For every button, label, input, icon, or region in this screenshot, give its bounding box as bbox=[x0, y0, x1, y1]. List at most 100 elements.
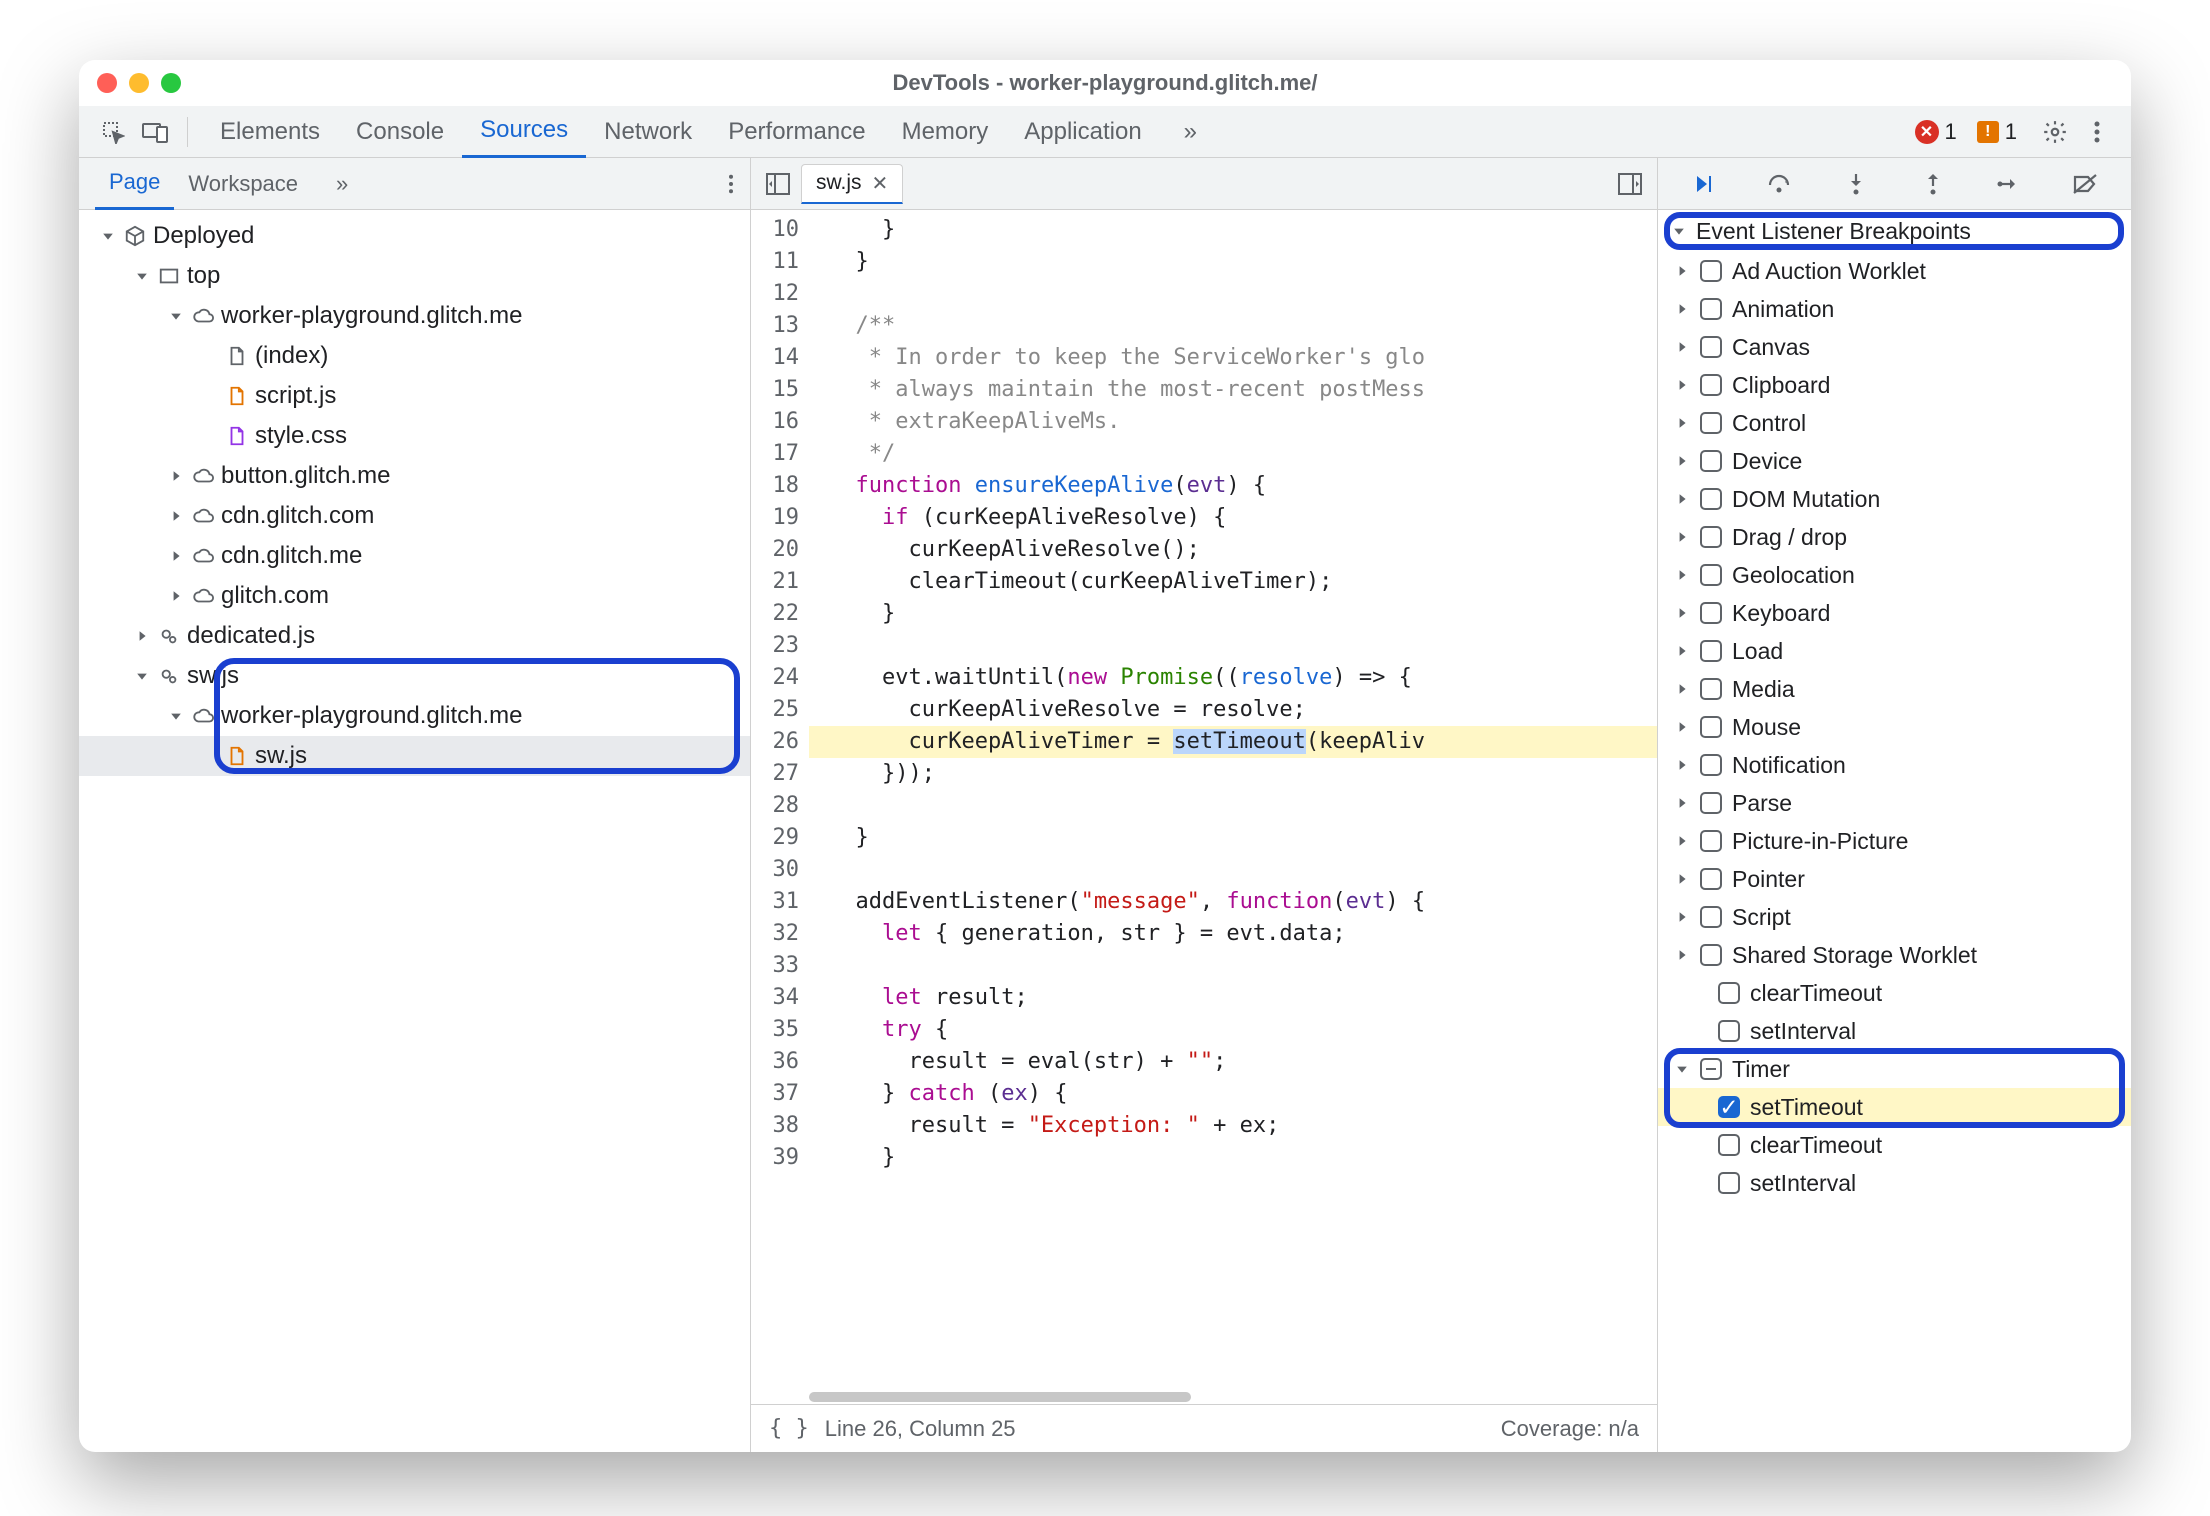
expand-icon[interactable] bbox=[167, 307, 185, 325]
expand-icon[interactable] bbox=[133, 267, 151, 285]
checkbox[interactable] bbox=[1700, 336, 1722, 358]
checkbox[interactable] bbox=[1700, 716, 1722, 738]
kebab-menu-icon[interactable] bbox=[2079, 114, 2115, 150]
checkbox[interactable] bbox=[1700, 944, 1722, 966]
checkbox[interactable] bbox=[1718, 1020, 1740, 1042]
breakpoint-category[interactable]: Canvas bbox=[1658, 328, 2131, 366]
checkbox[interactable] bbox=[1700, 1058, 1722, 1080]
more-tabs-button[interactable]: » bbox=[1166, 106, 1215, 158]
breakpoint-category[interactable]: Ad Auction Worklet bbox=[1658, 252, 2131, 290]
expand-icon[interactable] bbox=[1674, 452, 1690, 470]
expand-icon[interactable] bbox=[201, 347, 219, 365]
expand-icon[interactable] bbox=[1674, 832, 1690, 850]
main-tab-memory[interactable]: Memory bbox=[884, 106, 1007, 158]
inspect-element-icon[interactable] bbox=[95, 114, 131, 150]
breakpoint-event[interactable]: clearTimeout bbox=[1658, 1126, 2131, 1164]
expand-icon[interactable] bbox=[201, 427, 219, 445]
close-tab-icon[interactable]: ✕ bbox=[872, 171, 889, 196]
tree-node[interactable]: worker-playground.glitch.me bbox=[79, 296, 750, 336]
expand-icon[interactable] bbox=[167, 707, 185, 725]
expand-icon[interactable] bbox=[1674, 414, 1690, 432]
checkbox[interactable] bbox=[1700, 830, 1722, 852]
expand-icon[interactable] bbox=[1674, 262, 1690, 280]
expand-icon[interactable] bbox=[1674, 528, 1690, 546]
breakpoint-category[interactable]: Shared Storage Worklet bbox=[1658, 936, 2131, 974]
breakpoint-category[interactable]: Clipboard bbox=[1658, 366, 2131, 404]
navigator-more-button[interactable]: » bbox=[322, 158, 362, 210]
toggle-debugger-icon[interactable] bbox=[1613, 167, 1647, 201]
code-editor[interactable]: 1011121314151617181920212223242526272829… bbox=[751, 210, 1657, 1404]
expand-icon[interactable] bbox=[1674, 718, 1690, 736]
checkbox[interactable] bbox=[1700, 640, 1722, 662]
checkbox[interactable] bbox=[1700, 564, 1722, 586]
expand-icon[interactable] bbox=[167, 587, 185, 605]
breakpoint-event[interactable]: ✓ setTimeout bbox=[1658, 1088, 2131, 1126]
breakpoint-category[interactable]: Pointer bbox=[1658, 860, 2131, 898]
checkbox[interactable]: ✓ bbox=[1718, 1096, 1740, 1118]
expand-icon[interactable] bbox=[1674, 794, 1690, 812]
breakpoint-categories[interactable]: Ad Auction Worklet Animation Canvas Clip… bbox=[1658, 252, 2131, 1202]
expand-icon[interactable] bbox=[133, 627, 151, 645]
main-tab-performance[interactable]: Performance bbox=[710, 106, 883, 158]
breakpoint-category[interactable]: Mouse bbox=[1658, 708, 2131, 746]
step-into-icon[interactable] bbox=[1839, 167, 1873, 201]
expand-icon[interactable] bbox=[167, 507, 185, 525]
expand-icon[interactable] bbox=[1674, 870, 1690, 888]
settings-icon[interactable] bbox=[2037, 114, 2073, 150]
checkbox[interactable] bbox=[1700, 602, 1722, 624]
expand-icon[interactable] bbox=[1674, 642, 1690, 660]
expand-icon[interactable] bbox=[201, 747, 219, 765]
file-tree[interactable]: Deployed top worker-playground.glitch.me… bbox=[79, 210, 750, 1452]
event-listener-breakpoints-header[interactable]: Event Listener Breakpoints bbox=[1658, 210, 2131, 252]
breakpoint-category[interactable]: Parse bbox=[1658, 784, 2131, 822]
tree-node[interactable]: glitch.com bbox=[79, 576, 750, 616]
expand-icon[interactable] bbox=[1674, 376, 1690, 394]
checkbox[interactable] bbox=[1700, 906, 1722, 928]
navigator-menu-icon[interactable] bbox=[728, 174, 734, 194]
main-tab-sources[interactable]: Sources bbox=[462, 106, 586, 158]
expand-icon[interactable] bbox=[1674, 604, 1690, 622]
main-tab-elements[interactable]: Elements bbox=[202, 106, 338, 158]
horizontal-scrollbar[interactable] bbox=[809, 1390, 1657, 1404]
expand-icon[interactable] bbox=[1674, 680, 1690, 698]
tree-node[interactable]: button.glitch.me bbox=[79, 456, 750, 496]
expand-icon[interactable] bbox=[201, 387, 219, 405]
checkbox[interactable] bbox=[1700, 526, 1722, 548]
tree-node[interactable]: cdn.glitch.com bbox=[79, 496, 750, 536]
expand-icon[interactable] bbox=[167, 547, 185, 565]
checkbox[interactable] bbox=[1718, 982, 1740, 1004]
tree-node[interactable]: style.css bbox=[79, 416, 750, 456]
navigator-tab-page[interactable]: Page bbox=[95, 158, 174, 210]
step-over-icon[interactable] bbox=[1763, 167, 1797, 201]
deactivate-breakpoints-icon[interactable] bbox=[2068, 167, 2102, 201]
checkbox[interactable] bbox=[1700, 868, 1722, 890]
expand-icon[interactable] bbox=[1674, 300, 1690, 318]
tree-node[interactable]: sw.js bbox=[79, 736, 750, 776]
device-toolbar-icon[interactable] bbox=[137, 114, 173, 150]
checkbox[interactable] bbox=[1700, 260, 1722, 282]
breakpoint-category[interactable]: DOM Mutation bbox=[1658, 480, 2131, 518]
expand-icon[interactable] bbox=[167, 467, 185, 485]
expand-icon[interactable] bbox=[1674, 338, 1690, 356]
breakpoint-category[interactable]: Animation bbox=[1658, 290, 2131, 328]
breakpoint-category[interactable]: Notification bbox=[1658, 746, 2131, 784]
main-tab-console[interactable]: Console bbox=[338, 106, 462, 158]
expand-icon[interactable] bbox=[1674, 756, 1690, 774]
expand-icon[interactable] bbox=[99, 227, 117, 245]
main-tab-network[interactable]: Network bbox=[586, 106, 710, 158]
step-out-icon[interactable] bbox=[1916, 167, 1950, 201]
breakpoint-event[interactable]: setInterval bbox=[1658, 1164, 2131, 1202]
main-tab-application[interactable]: Application bbox=[1006, 106, 1159, 158]
breakpoint-category[interactable]: Keyboard bbox=[1658, 594, 2131, 632]
breakpoint-category[interactable]: Device bbox=[1658, 442, 2131, 480]
breakpoint-category[interactable]: Load bbox=[1658, 632, 2131, 670]
checkbox[interactable] bbox=[1700, 412, 1722, 434]
expand-icon[interactable] bbox=[1674, 1060, 1690, 1078]
pretty-print-icon[interactable]: { } bbox=[769, 1416, 809, 1441]
expand-icon[interactable] bbox=[1674, 566, 1690, 584]
breakpoint-category[interactable]: Picture-in-Picture bbox=[1658, 822, 2131, 860]
editor-tab-sw-js[interactable]: sw.js ✕ bbox=[801, 164, 903, 204]
breakpoint-category[interactable]: Media bbox=[1658, 670, 2131, 708]
warning-count[interactable]: !1 bbox=[1977, 119, 2017, 145]
checkbox[interactable] bbox=[1700, 450, 1722, 472]
